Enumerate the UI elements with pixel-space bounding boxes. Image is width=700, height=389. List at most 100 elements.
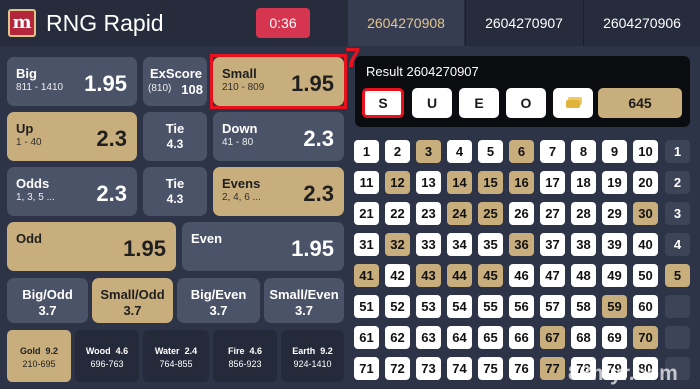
bet-odds-button[interactable]: Odds 1, 3, 5 ... 2.3 — [7, 167, 137, 216]
element-earth-button[interactable]: Earth 9.2 924-1410 — [281, 330, 344, 382]
number-cell[interactable]: 12 — [385, 171, 410, 194]
number-cell[interactable]: 68 — [571, 326, 596, 349]
number-cell[interactable]: 49 — [602, 264, 627, 287]
bet-big-even-button[interactable]: Big/Even 3.7 — [177, 278, 260, 323]
number-cell[interactable]: 56 — [509, 295, 534, 318]
number-cell[interactable]: 30 — [633, 202, 658, 225]
number-cell[interactable]: 7 — [540, 140, 565, 163]
number-cell[interactable]: 71 — [354, 357, 379, 380]
number-cell[interactable]: 73 — [416, 357, 441, 380]
bet-even-button[interactable]: Even 1.95 — [182, 222, 344, 271]
number-cell[interactable]: 14 — [447, 171, 472, 194]
number-cell[interactable]: 32 — [385, 233, 410, 256]
number-cell[interactable]: 36 — [509, 233, 534, 256]
number-cell[interactable]: 20 — [633, 171, 658, 194]
number-cell[interactable]: 53 — [416, 295, 441, 318]
number-cell[interactable]: 10 — [633, 140, 658, 163]
result-small-button[interactable]: S — [362, 88, 404, 118]
number-cell[interactable]: 74 — [447, 357, 472, 380]
element-wood-button[interactable]: Wood 4.6 696-763 — [75, 330, 139, 382]
number-cell[interactable]: 42 — [385, 264, 410, 287]
number-cell[interactable]: 34 — [447, 233, 472, 256]
bet-big-odd-button[interactable]: Big/Odd 3.7 — [7, 278, 88, 323]
number-cell[interactable]: 23 — [416, 202, 441, 225]
tab-draw-1[interactable]: 2604270907 — [466, 0, 582, 46]
result-up-button[interactable]: U — [412, 88, 452, 118]
number-cell[interactable]: 24 — [447, 202, 472, 225]
number-cell[interactable]: 39 — [602, 233, 627, 256]
number-cell[interactable]: 61 — [354, 326, 379, 349]
number-cell[interactable]: 67 — [540, 326, 565, 349]
number-cell[interactable]: 1 — [354, 140, 379, 163]
number-cell[interactable]: 25 — [478, 202, 503, 225]
number-cell[interactable]: 28 — [571, 202, 596, 225]
number-cell[interactable]: 27 — [540, 202, 565, 225]
number-cell[interactable]: 8 — [571, 140, 596, 163]
number-cell[interactable]: 6 — [509, 140, 534, 163]
bet-exscore-button[interactable]: ExScore (810) 108 — [143, 57, 207, 106]
element-gold-button[interactable]: Gold 9.2 210-695 — [7, 330, 71, 382]
tab-draw-2[interactable]: 2604270906 — [584, 0, 700, 46]
number-cell[interactable]: 60 — [633, 295, 658, 318]
number-cell[interactable]: 22 — [385, 202, 410, 225]
number-cell[interactable]: 52 — [385, 295, 410, 318]
number-cell[interactable]: 65 — [478, 326, 503, 349]
number-cell[interactable]: 45 — [478, 264, 503, 287]
number-cell[interactable]: 40 — [633, 233, 658, 256]
number-cell[interactable]: 44 — [447, 264, 472, 287]
number-cell[interactable]: 46 — [509, 264, 534, 287]
bet-tie-button[interactable]: Tie 4.3 — [143, 112, 207, 161]
number-cell[interactable]: 59 — [602, 295, 627, 318]
number-cell[interactable]: 77 — [540, 357, 565, 380]
number-cell[interactable]: 55 — [478, 295, 503, 318]
bet-tie-button[interactable]: Tie 4.3 — [143, 167, 207, 216]
number-cell[interactable]: 76 — [509, 357, 534, 380]
tab-draw-0[interactable]: 2604270908 — [348, 0, 464, 46]
number-cell[interactable]: 47 — [540, 264, 565, 287]
number-cell[interactable]: 48 — [571, 264, 596, 287]
number-cell[interactable]: 38 — [571, 233, 596, 256]
bet-big-button[interactable]: Big 811 - 1410 1.95 — [7, 57, 137, 106]
number-cell[interactable]: 50 — [633, 264, 658, 287]
number-cell[interactable]: 5 — [478, 140, 503, 163]
number-cell[interactable]: 3 — [416, 140, 441, 163]
number-cell[interactable]: 51 — [354, 295, 379, 318]
number-cell[interactable]: 64 — [447, 326, 472, 349]
number-cell[interactable]: 72 — [385, 357, 410, 380]
bet-small-odd-button[interactable]: Small/Odd 3.7 — [92, 278, 173, 323]
number-cell[interactable]: 75 — [478, 357, 503, 380]
number-cell[interactable]: 33 — [416, 233, 441, 256]
result-odd-button[interactable]: O — [506, 88, 546, 118]
number-cell[interactable]: 29 — [602, 202, 627, 225]
number-cell[interactable]: 35 — [478, 233, 503, 256]
bet-evens-button[interactable]: Evens 2, 4, 6 ... 2.3 — [213, 167, 344, 216]
number-cell[interactable]: 2 — [385, 140, 410, 163]
number-cell[interactable]: 18 — [571, 171, 596, 194]
element-fire-button[interactable]: Fire 4.6 856-923 — [213, 330, 277, 382]
number-cell[interactable]: 17 — [540, 171, 565, 194]
number-cell[interactable]: 62 — [385, 326, 410, 349]
bet-down-button[interactable]: Down 41 - 80 2.3 — [213, 112, 344, 161]
number-cell[interactable]: 43 — [416, 264, 441, 287]
number-cell[interactable]: 21 — [354, 202, 379, 225]
number-cell[interactable]: 26 — [509, 202, 534, 225]
number-cell[interactable]: 11 — [354, 171, 379, 194]
result-even-button[interactable]: E — [459, 88, 499, 118]
number-cell[interactable]: 13 — [416, 171, 441, 194]
number-cell[interactable]: 31 — [354, 233, 379, 256]
number-cell[interactable]: 37 — [540, 233, 565, 256]
number-cell[interactable]: 9 — [602, 140, 627, 163]
number-cell[interactable]: 19 — [602, 171, 627, 194]
element-water-button[interactable]: Water 2.4 764-855 — [143, 330, 209, 382]
number-cell[interactable]: 54 — [447, 295, 472, 318]
number-cell[interactable]: 63 — [416, 326, 441, 349]
number-cell[interactable]: 69 — [602, 326, 627, 349]
bet-small-even-button[interactable]: Small/Even 3.7 — [264, 278, 344, 323]
number-cell[interactable]: 4 — [447, 140, 472, 163]
number-cell[interactable]: 41 — [354, 264, 379, 287]
number-cell[interactable]: 66 — [509, 326, 534, 349]
bet-up-button[interactable]: Up 1 - 40 2.3 — [7, 112, 137, 161]
number-cell[interactable]: 57 — [540, 295, 565, 318]
number-cell[interactable]: 58 — [571, 295, 596, 318]
bet-odd-button[interactable]: Odd 1.95 — [7, 222, 176, 271]
